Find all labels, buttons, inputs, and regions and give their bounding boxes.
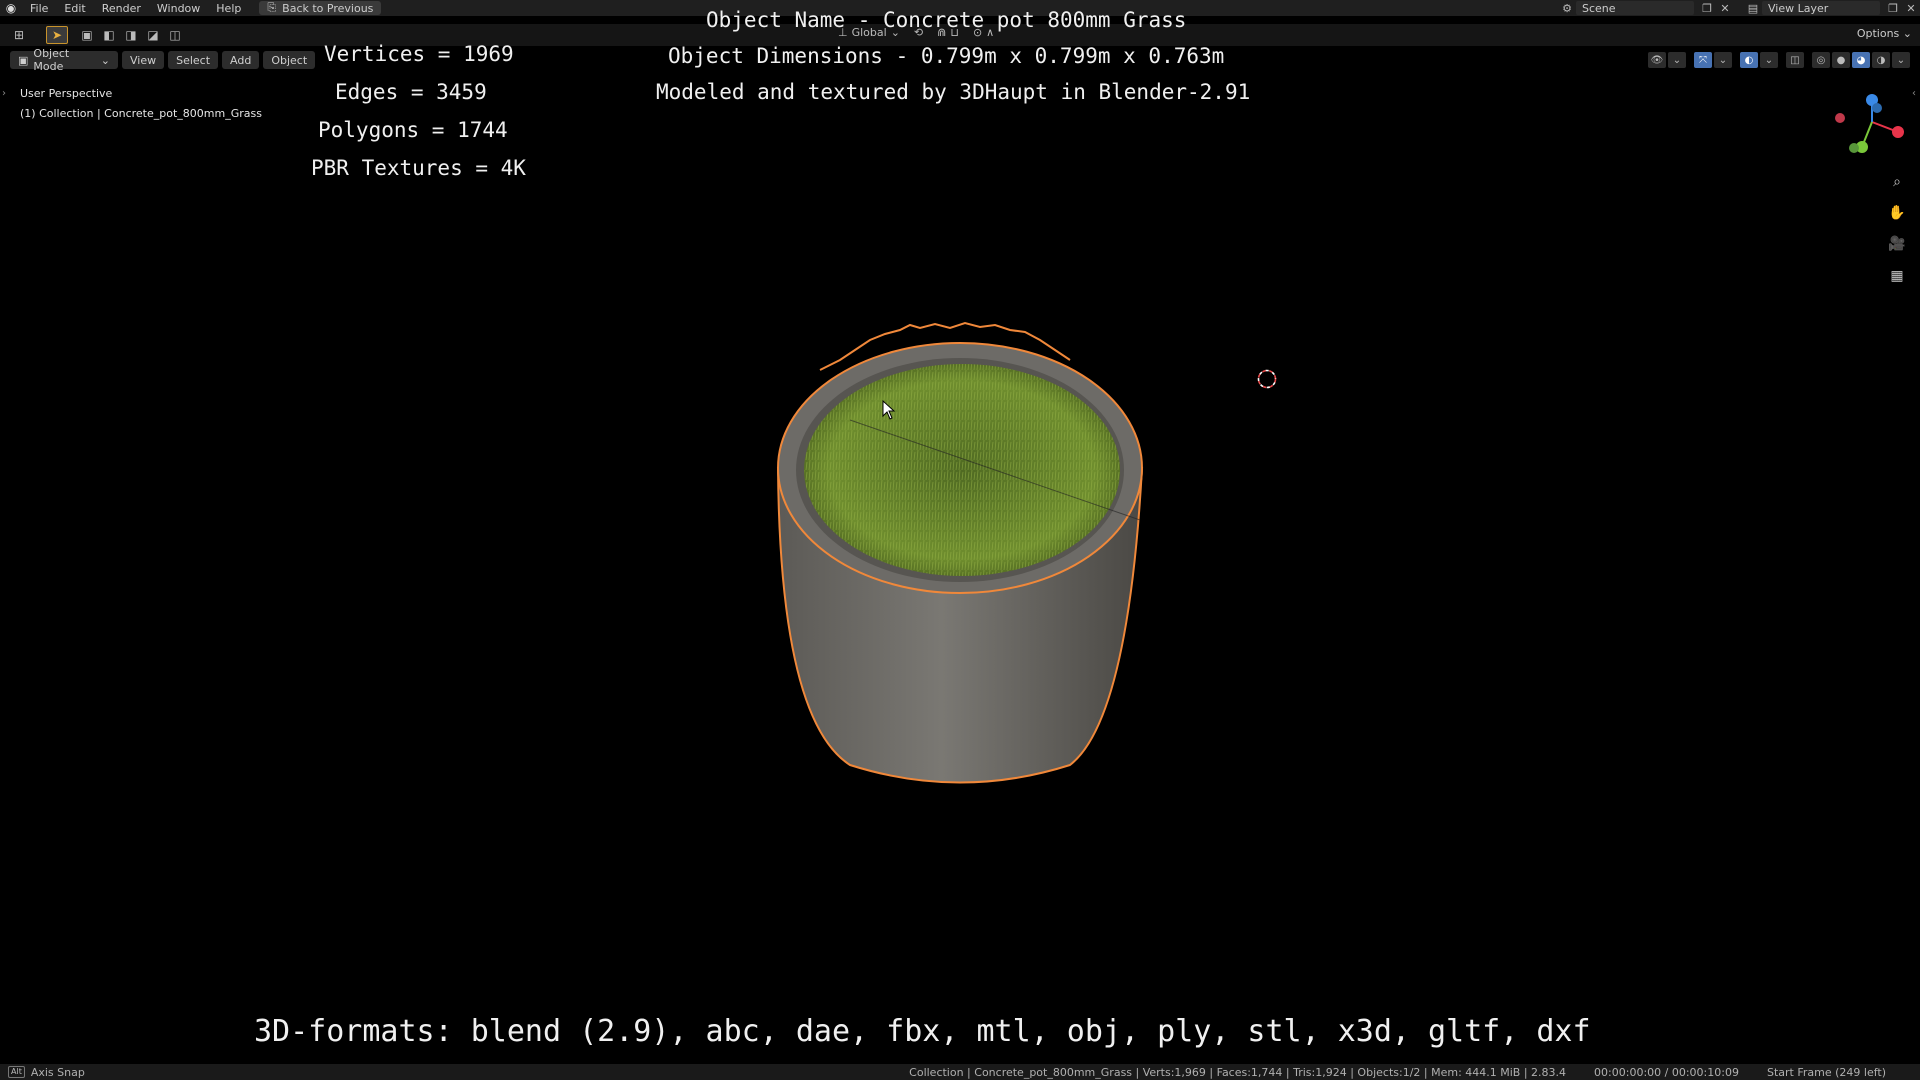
select-menu[interactable]: Select xyxy=(168,51,219,69)
menu-edit[interactable]: Edit xyxy=(56,2,93,15)
alt-key-icon: Alt xyxy=(8,1066,25,1078)
scene-icon[interactable]: ⚙ xyxy=(1558,1,1576,15)
edges-stat: Edges = 3459 xyxy=(335,80,487,104)
new-scene-icon[interactable]: ❐ xyxy=(1698,1,1716,15)
material-preview-shading-icon[interactable]: ◕ xyxy=(1852,52,1870,68)
sidebar-toggle-icon[interactable]: ‹ xyxy=(1912,88,1916,99)
chevron-down-icon[interactable]: ⌄ xyxy=(1714,52,1732,68)
wireframe-shading-icon[interactable]: ◎ xyxy=(1812,52,1830,68)
textures-stat: PBR Textures = 4K xyxy=(311,156,526,180)
back-to-previous-label: Back to Previous xyxy=(282,1,374,15)
select-extend-mode-icon[interactable]: ◧ xyxy=(98,26,120,44)
formats-line: 3D-formats: blend (2.9), abc, dae, fbx, … xyxy=(254,1014,1591,1049)
menu-window[interactable]: Window xyxy=(149,2,208,15)
new-view-layer-icon[interactable]: ❐ xyxy=(1884,1,1902,15)
scene-selector-area: ⚙ Scene ❐ ✕ ▤ View Layer ❐ ✕ xyxy=(1558,0,1920,16)
shading-controls: 👁 ⌄ ⤧ ⌄ ◐ ⌄ ◫ ◎ ● ◕ ◑ ⌄ xyxy=(1648,52,1910,68)
zoom-icon[interactable]: ⌕ xyxy=(1886,171,1908,193)
perspective-toggle-grid-icon[interactable]: ▦ xyxy=(1886,265,1908,287)
view-layer-icon[interactable]: ▤ xyxy=(1744,1,1762,15)
collection-label: (1) Collection | Concrete_pot_800mm_Gras… xyxy=(20,107,262,120)
visibility-icon[interactable]: 👁 xyxy=(1648,52,1666,68)
view-layer-field[interactable]: View Layer xyxy=(1762,1,1880,15)
chevron-down-icon[interactable]: ⌄ xyxy=(1892,52,1910,68)
gizmo-neg-x-icon[interactable] xyxy=(1835,113,1845,123)
view-menu[interactable]: View xyxy=(122,51,165,69)
object-mode-dropdown[interactable]: ▣ Object Mode ⌄ xyxy=(10,47,118,73)
object-menu[interactable]: Object xyxy=(263,51,316,69)
grass-blades xyxy=(804,364,1120,576)
status-bar: Alt Axis Snap Collection | Concrete_pot_… xyxy=(0,1064,1920,1080)
options-label: Options xyxy=(1856,27,1900,40)
menu-render[interactable]: Render xyxy=(94,2,149,15)
solid-shading-icon[interactable]: ● xyxy=(1832,52,1850,68)
credit-line: Modeled and textured by 3DHaupt in Blend… xyxy=(656,80,1251,104)
back-icon: ⎘ xyxy=(267,1,277,14)
gizmo-neg-y-icon[interactable] xyxy=(1849,143,1859,153)
gizmo-toggle-icon[interactable]: ⤧ xyxy=(1694,52,1712,68)
camera-view-icon[interactable]: 🎥 xyxy=(1886,233,1908,255)
delete-view-layer-icon[interactable]: ✕ xyxy=(1902,1,1920,15)
vertices-stat: Vertices = 1969 xyxy=(324,42,514,66)
chevron-down-icon: ⌄ xyxy=(100,53,110,67)
options-dropdown[interactable]: Options ⌄ xyxy=(1857,27,1912,40)
select-box-mode-icon[interactable]: ▣ xyxy=(76,26,98,44)
object-name-title: Object Name - Concrete pot 800mm Grass xyxy=(706,8,1187,32)
timeline-time: 00:00:00:00 / 00:00:10:09 xyxy=(1594,1065,1739,1079)
view-layer-name: View Layer xyxy=(1768,1,1829,15)
select-intersect-mode-icon[interactable]: ◫ xyxy=(164,26,186,44)
select-subtract-mode-icon[interactable]: ◨ xyxy=(120,26,142,44)
polygons-stat: Polygons = 1744 xyxy=(318,118,508,142)
menu-file[interactable]: File xyxy=(22,2,56,15)
scene-statistics: Collection | Concrete_pot_800mm_Grass | … xyxy=(909,1065,1567,1079)
scene-field[interactable]: Scene xyxy=(1576,1,1694,15)
gizmo-neg-z-icon[interactable] xyxy=(1872,103,1882,113)
concrete-pot-model[interactable] xyxy=(760,320,1160,800)
start-frame-info: Start Frame (249 left) xyxy=(1766,1065,1886,1079)
select-invert-mode-icon[interactable]: ◪ xyxy=(142,26,164,44)
menu-help[interactable]: Help xyxy=(208,2,249,15)
chevron-down-icon[interactable]: ⌄ xyxy=(1668,52,1686,68)
chevron-down-icon[interactable]: ⌄ xyxy=(1760,52,1778,68)
select-tool-icon[interactable]: ➤ xyxy=(46,26,68,44)
back-to-previous-button[interactable]: ⎘ Back to Previous xyxy=(259,1,382,15)
mouse-cursor-icon xyxy=(882,400,896,420)
viewport-info: User Perspective (1) Collection | Concre… xyxy=(20,84,262,124)
blender-logo-icon[interactable]: ◉ xyxy=(0,0,22,16)
perspective-label: User Perspective xyxy=(20,87,113,100)
xray-toggle-icon[interactable]: ◫ xyxy=(1786,52,1804,68)
gizmo-x-icon[interactable] xyxy=(1892,126,1904,138)
object-dimensions: Object Dimensions - 0.799m x 0.799m x 0.… xyxy=(668,44,1225,68)
3d-cursor-icon[interactable] xyxy=(1256,368,1278,390)
overlays-toggle-icon[interactable]: ◐ xyxy=(1740,52,1758,68)
rendered-shading-icon[interactable]: ◑ xyxy=(1872,52,1890,68)
scene-name: Scene xyxy=(1582,1,1616,15)
axis-snap-hint: Axis Snap xyxy=(30,1065,85,1079)
navigation-gizmo[interactable] xyxy=(1832,92,1912,162)
pan-hand-icon[interactable]: ✋ xyxy=(1886,202,1908,224)
toolbar-toggle-icon[interactable]: › xyxy=(2,88,6,99)
object-mode-icon: ▣ xyxy=(18,53,29,67)
editor-type-icon[interactable]: ⊞ xyxy=(8,26,30,44)
add-menu[interactable]: Add xyxy=(222,51,260,69)
delete-scene-icon[interactable]: ✕ xyxy=(1716,1,1734,15)
object-mode-label: Object Mode xyxy=(33,47,70,73)
